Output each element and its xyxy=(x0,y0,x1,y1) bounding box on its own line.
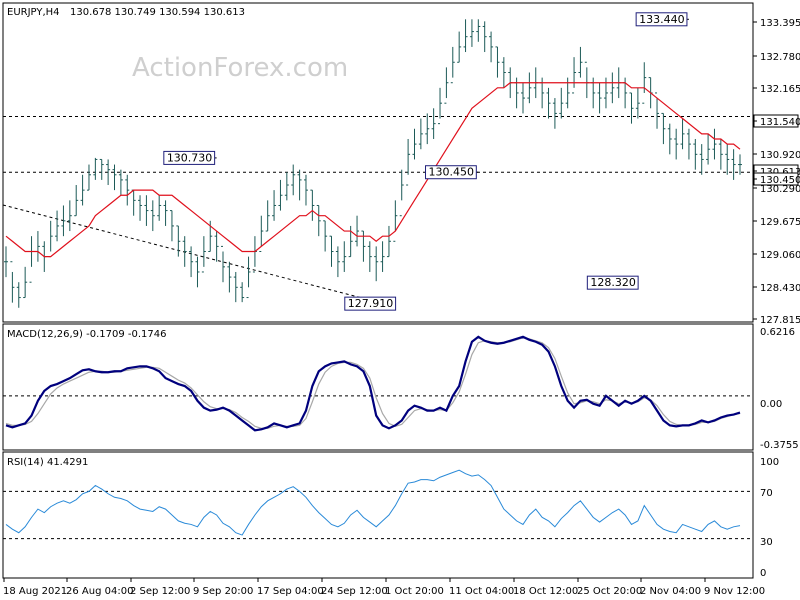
data-label-4: 127.910 xyxy=(348,297,394,310)
macd-tick-1: 0.00 xyxy=(760,399,782,410)
price-ohlc: 130.678 130.749 130.594 130.613 xyxy=(70,7,245,18)
rsi-tick-2: 30 xyxy=(760,537,773,548)
data-label-3: 128.320 xyxy=(590,276,636,289)
rsi-title: RSI(14) 41.4291 xyxy=(7,457,88,468)
data-label-2: 130.450 xyxy=(429,166,475,179)
price-tick-1: 132.780 xyxy=(760,52,800,63)
rsi-tick-1: 70 xyxy=(760,488,773,499)
x-tick-6: 1 Oct 20:00 xyxy=(385,586,444,597)
macd-tick-3: -0.3755 xyxy=(760,440,799,451)
price-tick-11: 127.815 xyxy=(760,315,800,326)
x-axis-layer: 18 Aug 202126 Aug 04:002 Sep 12:00 9 Sep … xyxy=(3,578,765,597)
price-tick-0: 133.395 xyxy=(760,18,800,29)
price-tick-10: 128.430 xyxy=(760,283,800,294)
price-tick-8: 129.675 xyxy=(760,217,800,228)
price-tick-2: 132.165 xyxy=(760,84,800,95)
x-tick-5: 24 Sep 12:00 xyxy=(321,586,388,597)
macd-tick-0: 0.6216 xyxy=(760,327,795,338)
x-tick-11: 9 Nov 12:00 xyxy=(704,586,765,597)
rsi-tick-3: 0 xyxy=(760,568,766,579)
watermark: ActionForex.com xyxy=(132,53,348,83)
data-label-0: 133.440 xyxy=(639,13,685,26)
x-tick-1: 26 Aug 04:00 xyxy=(66,586,133,597)
x-tick-2: 2 Sep 12:00 xyxy=(130,586,190,597)
x-tick-3: 9 Sep 20:00 xyxy=(193,586,253,597)
price-tick-3: 131.540 xyxy=(760,117,800,128)
price-tick-7: 130.290 xyxy=(760,184,800,195)
x-tick-4: 17 Sep 04:00 xyxy=(257,586,324,597)
x-tick-0: 18 Aug 2021 xyxy=(3,586,67,597)
macd-title: MACD(12,26,9) -0.1709 -0.1746 xyxy=(7,329,167,340)
macd-panel-frame xyxy=(2,323,754,451)
rsi-tick-0: 100 xyxy=(760,457,779,468)
price-tick-4: 130.920 xyxy=(760,150,800,161)
y-axis-layer: 133.395132.780132.165131.540130.920130.6… xyxy=(753,18,800,579)
x-tick-7: 11 Oct 04:00 xyxy=(449,586,514,597)
x-tick-9: 25 Oct 20:00 xyxy=(577,586,642,597)
price-tick-9: 129.060 xyxy=(760,250,800,261)
forex-chart: ActionForex.com 133.440 130.730 130.450 128… xyxy=(2,2,800,597)
data-label-1: 130.730 xyxy=(167,151,213,164)
price-panel-frame xyxy=(2,2,754,323)
x-tick-10: 2 Nov 04:00 xyxy=(640,586,701,597)
x-tick-8: 18 Oct 12:00 xyxy=(513,586,578,597)
price-symbol: EURJPY,H4 xyxy=(7,7,60,18)
